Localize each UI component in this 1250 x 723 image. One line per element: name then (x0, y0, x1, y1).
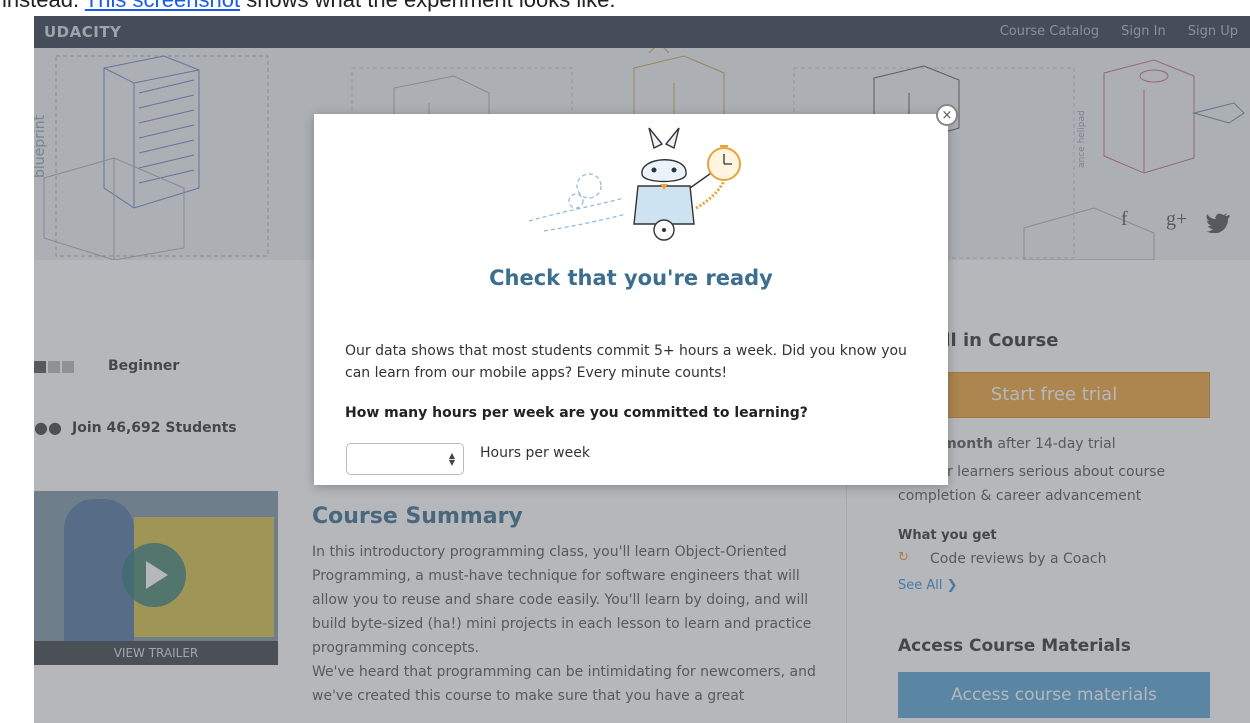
modal-question: How many hours per week are you committe… (345, 405, 808, 421)
modal-title: Check that you're ready (489, 266, 773, 290)
caption-prefix: instead. (2, 0, 85, 12)
select-arrows-icon: ▲ ▼ (448, 451, 455, 467)
readiness-modal: Check that you're ready Our data shows t… (314, 114, 948, 485)
screenshot-link[interactable]: This screenshot (85, 0, 240, 12)
close-icon[interactable]: × (936, 104, 958, 126)
caption-suffix: shows what the experiment looks like: (240, 0, 615, 12)
modal-description: Our data shows that most students commit… (345, 343, 907, 381)
page-caption: instead. This screenshot shows what the … (0, 0, 1250, 16)
rabbit-stopwatch-illustration (528, 127, 741, 241)
hours-per-week-select[interactable]: ▲ ▼ (346, 443, 464, 475)
hours-per-week-label: Hours per week (480, 445, 590, 461)
